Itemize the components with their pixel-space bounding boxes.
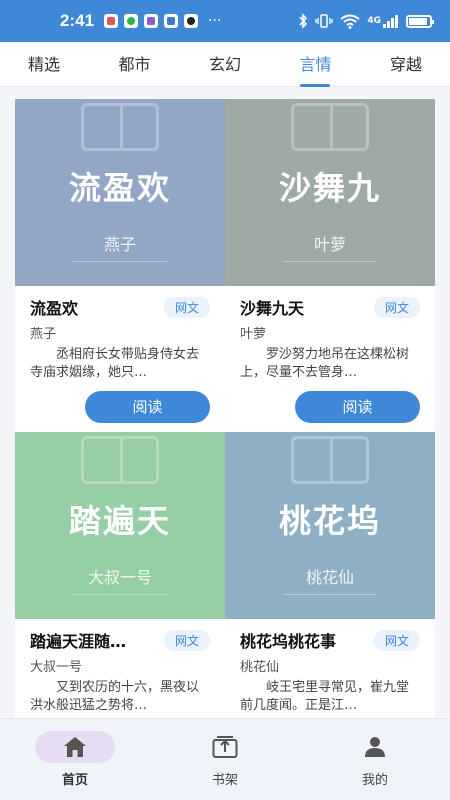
nav-bookshelf-label: 书架	[211, 773, 238, 788]
book-cover[interactable]: 踏遍天 大叔一号	[15, 432, 225, 619]
wechat-icon	[124, 14, 139, 28]
book-title: 流盈欢	[30, 299, 79, 318]
book-outline-icon	[291, 436, 369, 484]
bookshelf-icon	[212, 736, 238, 758]
book-cover[interactable]: 沙舞九 叶萝	[225, 99, 435, 286]
book-outline-icon	[291, 103, 369, 151]
cover-author: 叶萝	[313, 235, 346, 254]
category-tabs: 精选 都市 玄幻 言情 穿越	[0, 42, 450, 87]
status-bar: 2:41 ··· 4G	[0, 0, 450, 42]
cover-title: 踏遍天	[68, 502, 171, 540]
status-indicators: 4G	[298, 13, 434, 29]
qq-icon	[184, 14, 199, 28]
book-outline-icon	[81, 103, 159, 151]
tab-jingxuan[interactable]: 精选	[28, 42, 60, 87]
book-description: 岐王宅里寻常见，崔九堂前几度闻。正是江…	[240, 680, 410, 713]
genre-tag: 网文	[373, 296, 420, 318]
cover-title: 沙舞九	[278, 169, 381, 207]
genre-tag: 网文	[163, 296, 210, 318]
nav-profile[interactable]: 我的	[320, 731, 430, 788]
bluetooth-icon	[299, 13, 308, 29]
cover-author: 桃花仙	[305, 568, 354, 587]
tab-yanqing[interactable]: 言情	[299, 42, 331, 87]
book-card[interactable]: 流盈欢 燕子 流盈欢 网文 燕子 丞相府长女带贴身侍女去寺庙求姻缘，她只… 阅读	[15, 99, 225, 432]
wifi-icon	[340, 14, 360, 29]
battery-icon	[406, 14, 434, 28]
book-title: 踏遍天涯随…	[30, 632, 127, 651]
cover-title: 桃花坞	[278, 502, 381, 540]
genre-tag: 网文	[163, 629, 210, 651]
tab-xuanhuan[interactable]: 玄幻	[209, 42, 241, 87]
bottom-nav: 首页 书架 我的	[0, 718, 450, 800]
home-icon	[64, 737, 86, 757]
cover-author: 燕子	[103, 235, 136, 254]
status-time: 2:41	[60, 11, 95, 30]
book-description: 丞相府长女带贴身侍女去寺庙求姻缘，她只…	[30, 347, 200, 380]
status-app-icons: ···	[104, 13, 221, 29]
book-title: 沙舞九天	[240, 299, 305, 318]
book-card[interactable]: 踏遍天 大叔一号 踏遍天涯随… 网文 大叔一号 又到农历的十六，黑夜以洪水般迅猛…	[15, 432, 225, 719]
cover-author: 大叔一号	[87, 568, 152, 587]
user-icon	[365, 737, 385, 757]
cover-divider	[73, 261, 167, 262]
book-title: 桃花坞桃花事	[240, 632, 337, 651]
book-grid: 流盈欢 燕子 流盈欢 网文 燕子 丞相府长女带贴身侍女去寺庙求姻缘，她只… 阅读…	[15, 99, 435, 719]
cover-title: 流盈欢	[68, 169, 171, 207]
cover-divider	[283, 594, 377, 595]
signal-icon	[383, 15, 398, 28]
book-description: 罗沙努力地吊在这棵松树上，尽量不去管身…	[240, 347, 410, 380]
more-notifications-icon: ···	[208, 13, 222, 29]
read-button[interactable]: 阅读	[85, 391, 210, 423]
red-app-icon	[104, 14, 119, 28]
cover-divider	[283, 261, 377, 262]
tab-dushi[interactable]: 都市	[118, 42, 150, 87]
book-card[interactable]: 沙舞九 叶萝 沙舞九天 网文 叶萝 罗沙努力地吊在这棵松树上，尽量不去管身… 阅…	[225, 99, 435, 432]
nav-home-label: 首页	[61, 773, 88, 788]
book-author: 桃花仙	[240, 660, 280, 675]
nav-bookshelf[interactable]: 书架	[170, 731, 280, 788]
book-cover[interactable]: 桃花坞 桃花仙	[225, 432, 435, 619]
purple-app-icon	[144, 14, 159, 28]
book-card[interactable]: 桃花坞 桃花仙 桃花坞桃花事 网文 桃花仙 岐王宅里寻常见，崔九堂前几度闻。正是…	[225, 432, 435, 719]
network-type: 4G	[367, 16, 381, 26]
nav-profile-label: 我的	[361, 773, 388, 788]
vibrate-icon	[315, 14, 333, 28]
book-description: 又到农历的十六，黑夜以洪水般迅猛之势将…	[30, 680, 200, 713]
book-author: 大叔一号	[30, 660, 83, 675]
read-button[interactable]: 阅读	[295, 391, 420, 423]
book-cover[interactable]: 流盈欢 燕子	[15, 99, 225, 286]
nav-home[interactable]: 首页	[20, 731, 130, 788]
book-outline-icon	[81, 436, 159, 484]
blue-app-icon	[164, 14, 179, 28]
genre-tag: 网文	[373, 629, 420, 651]
book-author: 燕子	[30, 327, 57, 342]
book-author: 叶萝	[240, 327, 267, 342]
tab-chuanyue[interactable]: 穿越	[390, 42, 422, 87]
cover-divider	[73, 594, 167, 595]
